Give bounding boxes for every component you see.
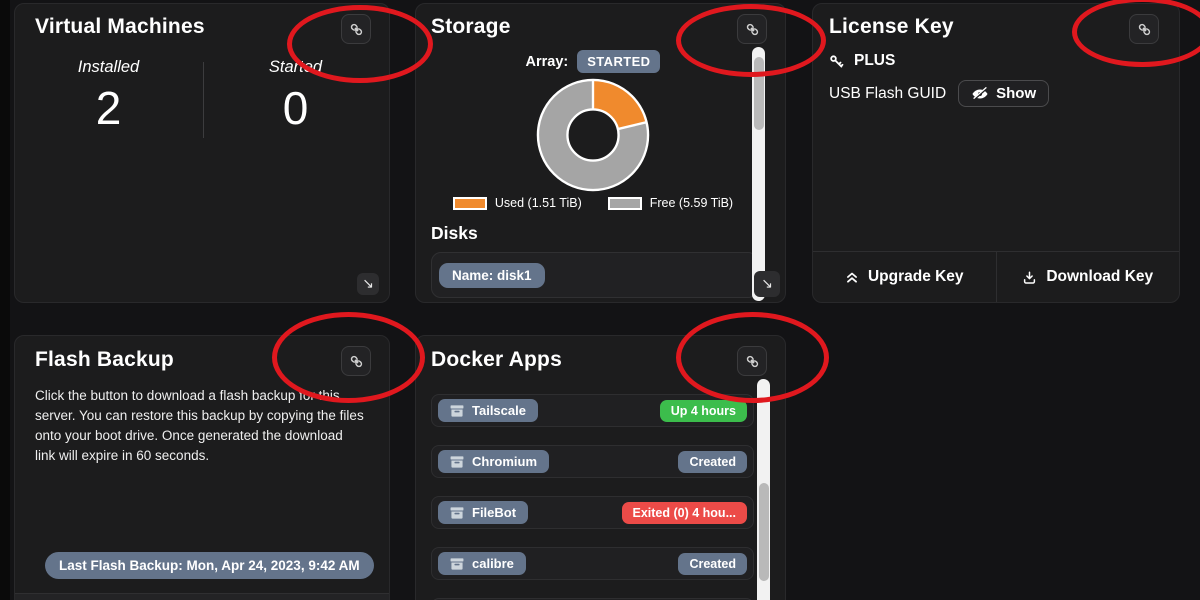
license-link-button[interactable]	[1129, 14, 1159, 44]
used-swatch	[453, 197, 487, 210]
license-card-title: License Key	[829, 15, 954, 39]
free-legend-label: Free (5.59 TiB)	[650, 196, 733, 210]
storage-usage-donut-chart	[534, 76, 652, 194]
app-name: Tailscale	[472, 403, 526, 418]
vm-started-label: Started	[269, 58, 322, 77]
docker-scrollbar[interactable]	[757, 379, 770, 600]
array-status-badge: STARTED	[577, 50, 660, 73]
vertical-divider	[203, 62, 204, 138]
link-icon	[745, 354, 760, 369]
key-icon	[829, 54, 844, 69]
eye-slash-icon	[971, 87, 989, 101]
upgrade-key-label: Upgrade Key	[868, 268, 964, 286]
storage-scrollbar-thumb[interactable]	[754, 57, 764, 130]
show-guid-button[interactable]: Show	[958, 80, 1049, 107]
array-status-row: Array: STARTED	[416, 50, 770, 73]
flash-description: Click the button to download a flash bac…	[35, 386, 365, 466]
app-name-pill[interactable]: FileBot	[438, 501, 528, 524]
upgrade-key-button[interactable]: Upgrade Key	[813, 252, 996, 302]
storage-scrollbar[interactable]	[752, 47, 765, 301]
download-key-label: Download Key	[1046, 268, 1153, 286]
app-status-badge: Created	[678, 553, 747, 575]
docker-card-title: Docker Apps	[431, 348, 562, 372]
page-left-edge	[0, 0, 10, 600]
license-key-card: License Key PLUS USB Flash GUID	[812, 3, 1180, 303]
app-name: FileBot	[472, 505, 516, 520]
dashboard-page: Virtual Machines Installed 2 Started 0 ↘	[0, 0, 1200, 600]
license-plan-row: PLUS	[829, 52, 895, 70]
app-status-badge: Up 4 hours	[660, 400, 747, 422]
vm-card-title: Virtual Machines	[35, 15, 205, 39]
used-legend-label: Used (1.51 TiB)	[495, 196, 582, 210]
app-name-pill[interactable]: calibre	[438, 552, 526, 575]
flash-card-title: Flash Backup	[35, 348, 174, 372]
docker-link-button[interactable]	[737, 346, 767, 376]
docker-app-row-tailscale[interactable]: Tailscale Up 4 hours	[431, 394, 754, 427]
link-icon	[745, 22, 760, 37]
app-status-badge: Exited (0) 4 hou...	[622, 502, 748, 524]
disk-row[interactable]: Name: disk1	[431, 252, 758, 298]
docker-app-row-filebot[interactable]: FileBot Exited (0) 4 hou...	[431, 496, 754, 529]
docker-app-row-calibre[interactable]: calibre Created	[431, 547, 754, 580]
download-icon	[1022, 270, 1037, 285]
vm-link-button[interactable]	[341, 14, 371, 44]
donut-legend: Used (1.51 TiB) Free (5.59 TiB)	[416, 196, 770, 210]
vm-stats: Installed 2 Started 0	[15, 58, 389, 135]
flash-link-button[interactable]	[341, 346, 371, 376]
flash-card-footer	[15, 593, 389, 600]
legend-item-used: Used (1.51 TiB)	[453, 196, 582, 210]
license-plan-label: PLUS	[854, 52, 895, 70]
storage-link-button[interactable]	[737, 14, 767, 44]
vm-installed-column: Installed 2	[15, 58, 202, 135]
container-box-icon	[450, 558, 464, 570]
app-name-pill[interactable]: Tailscale	[438, 399, 538, 422]
show-button-label: Show	[996, 85, 1036, 102]
angles-up-icon	[845, 270, 859, 284]
docker-scrollbar-thumb[interactable]	[759, 483, 769, 581]
app-name: Chromium	[472, 454, 537, 469]
free-swatch	[608, 197, 642, 210]
array-label: Array:	[526, 54, 569, 70]
container-box-icon	[450, 507, 464, 519]
storage-card-title: Storage	[431, 15, 511, 39]
container-box-icon	[450, 405, 464, 417]
storage-card: Storage Array: STARTED	[415, 3, 786, 303]
vm-started-column: Started 0	[202, 58, 389, 135]
flash-backup-card: Flash Backup Click the button to downloa…	[14, 335, 390, 600]
container-box-icon	[450, 456, 464, 468]
storage-donut-wrap	[416, 76, 770, 194]
virtual-machines-card: Virtual Machines Installed 2 Started 0 ↘	[14, 3, 390, 303]
license-card-footer: Upgrade Key Download Key	[813, 251, 1179, 302]
link-icon	[1137, 22, 1152, 37]
disk-name-badge: Name: disk1	[439, 263, 545, 288]
docker-apps-card: Docker Apps Tailscale Up 4 hours	[415, 335, 786, 600]
guid-label: USB Flash GUID	[829, 85, 946, 103]
download-key-button[interactable]: Download Key	[996, 252, 1180, 302]
last-flash-backup-badge: Last Flash Backup: Mon, Apr 24, 2023, 9:…	[45, 552, 374, 579]
app-name: calibre	[472, 556, 514, 571]
app-status-badge: Created	[678, 451, 747, 473]
guid-row: USB Flash GUID Show	[829, 80, 1049, 107]
link-icon	[349, 22, 364, 37]
link-icon	[349, 354, 364, 369]
docker-app-row-chromium[interactable]: Chromium Created	[431, 445, 754, 478]
vm-installed-value: 2	[96, 81, 122, 135]
vm-expand-button[interactable]: ↘	[357, 273, 379, 295]
vm-installed-label: Installed	[78, 58, 139, 77]
disks-heading: Disks	[431, 223, 478, 244]
storage-expand-button[interactable]: ↘	[754, 271, 780, 297]
vm-started-value: 0	[283, 81, 309, 135]
legend-item-free: Free (5.59 TiB)	[608, 196, 733, 210]
app-name-pill[interactable]: Chromium	[438, 450, 549, 473]
